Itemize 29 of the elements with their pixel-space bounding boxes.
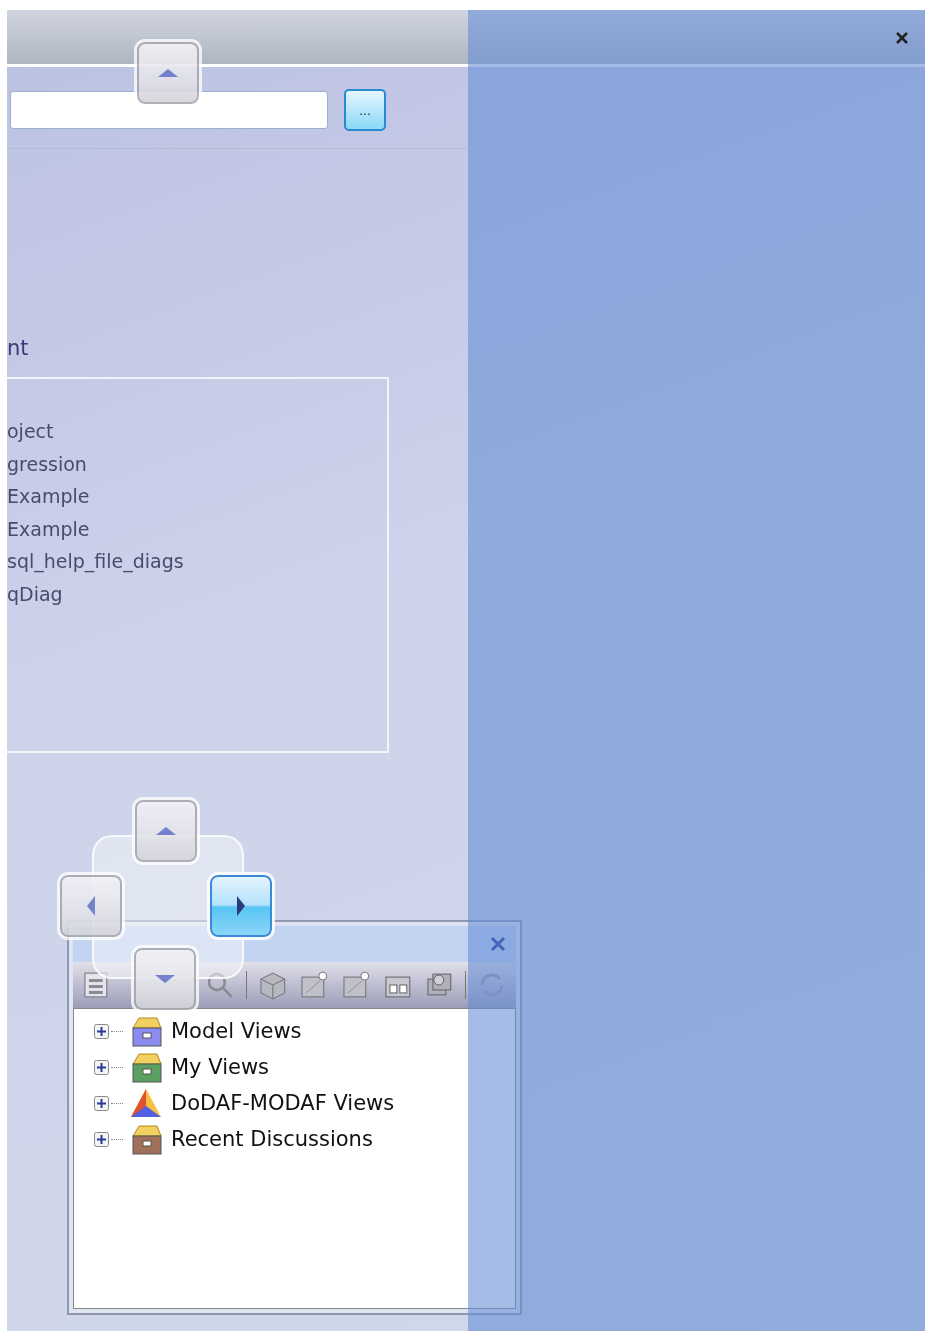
section-label: nt (7, 335, 30, 361)
expand-icon[interactable] (94, 1023, 109, 1039)
tree-item[interactable]: My Views (171, 1055, 269, 1079)
expand-icon[interactable] (94, 1131, 109, 1147)
list-item[interactable]: Example (7, 480, 387, 513)
page-icon[interactable] (340, 969, 372, 1001)
triangle-icon (155, 975, 175, 983)
dock-target-button[interactable] (210, 875, 272, 937)
triangle-icon (156, 827, 176, 835)
triangle-icon (158, 69, 178, 77)
path-field[interactable] (10, 91, 328, 129)
list-item[interactable]: Example (7, 512, 387, 546)
tree-item[interactable]: Recent Discussions (171, 1127, 373, 1151)
expand-icon[interactable] (94, 1059, 109, 1075)
expand-icon[interactable] (94, 1095, 109, 1111)
list-item[interactable]: sql_help_file_diags (7, 545, 387, 578)
dock-target-button[interactable] (135, 800, 197, 862)
dock-target-button[interactable] (60, 875, 122, 937)
tree-item[interactable]: DoDAF-MODAF Views (171, 1091, 395, 1115)
close-icon[interactable] (895, 31, 909, 45)
list-item[interactable]: oject (7, 415, 387, 448)
tree-item[interactable]: Model Views (171, 1019, 302, 1043)
triangle-icon (237, 896, 245, 916)
dock-target-button[interactable] (137, 42, 199, 104)
list-item[interactable]: qDiag (7, 577, 387, 611)
triangle-icon (87, 896, 95, 916)
list-item[interactable]: gression (7, 447, 387, 481)
dock-target-button[interactable] (134, 948, 196, 1010)
browse-button[interactable]: ... (344, 89, 386, 131)
